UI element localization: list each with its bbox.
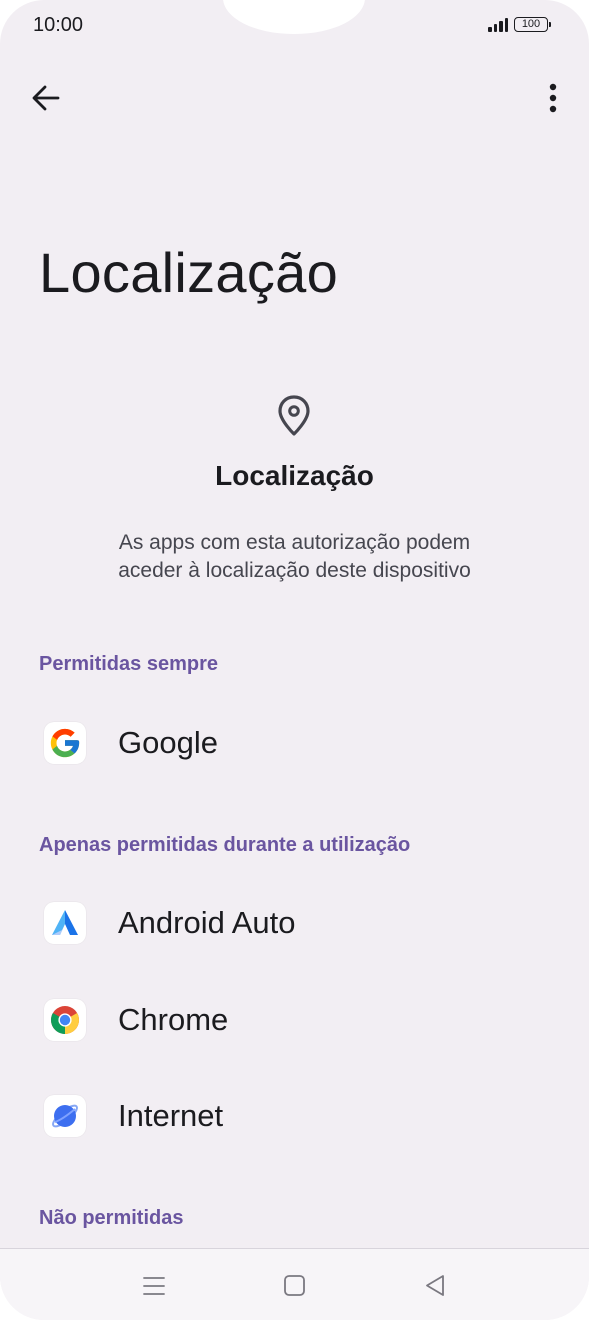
back-button[interactable] (28, 80, 64, 116)
more-vert-icon (549, 83, 557, 113)
app-row-google[interactable]: Google (0, 699, 589, 787)
permission-title: Localização (215, 460, 374, 491)
app-label: Internet (118, 1098, 224, 1133)
navigation-bar (0, 1248, 589, 1320)
menu-icon (143, 1277, 165, 1295)
internet-icon (44, 1095, 86, 1137)
battery-icon: 100 (514, 17, 551, 32)
location-pin-icon (276, 394, 312, 438)
recents-button[interactable] (139, 1271, 169, 1301)
back-triangle-icon (426, 1275, 444, 1296)
signal-icon (488, 17, 508, 32)
app-label: Google (118, 725, 218, 760)
section-heading-always: Permitidas sempre (39, 653, 218, 675)
description-line: As apps com esta autorização podem (118, 531, 471, 554)
chrome-icon (44, 999, 86, 1041)
section-heading-not-allowed: Não permitidas (39, 1207, 184, 1229)
page-title: Localização (39, 241, 339, 304)
section-heading-while-in-use: Apenas permitidas durante a utilização (39, 834, 411, 856)
nav-back-button[interactable] (421, 1271, 451, 1301)
status-time: 10:00 (33, 14, 84, 36)
status-icons: 100 (488, 17, 551, 32)
description-line: aceder à localização deste dispositivo (118, 559, 471, 582)
phone-screen: 10:00 100 Localização Localização As app… (0, 0, 589, 1320)
arrow-left-icon (32, 85, 60, 111)
google-icon (44, 722, 86, 764)
permission-description: As apps com esta autorização podem acede… (60, 529, 529, 585)
app-label: Android Auto (118, 905, 296, 940)
home-square-icon (284, 1275, 305, 1296)
more-options-button[interactable] (536, 80, 570, 116)
camera-notch (223, 0, 365, 34)
app-row-chrome[interactable]: Chrome (0, 976, 589, 1064)
android-auto-icon (44, 902, 86, 944)
app-row-internet[interactable]: Internet (0, 1072, 589, 1160)
app-row-android-auto[interactable]: Android Auto (0, 879, 589, 967)
app-label: Chrome (118, 1002, 229, 1037)
home-button[interactable] (280, 1271, 310, 1301)
